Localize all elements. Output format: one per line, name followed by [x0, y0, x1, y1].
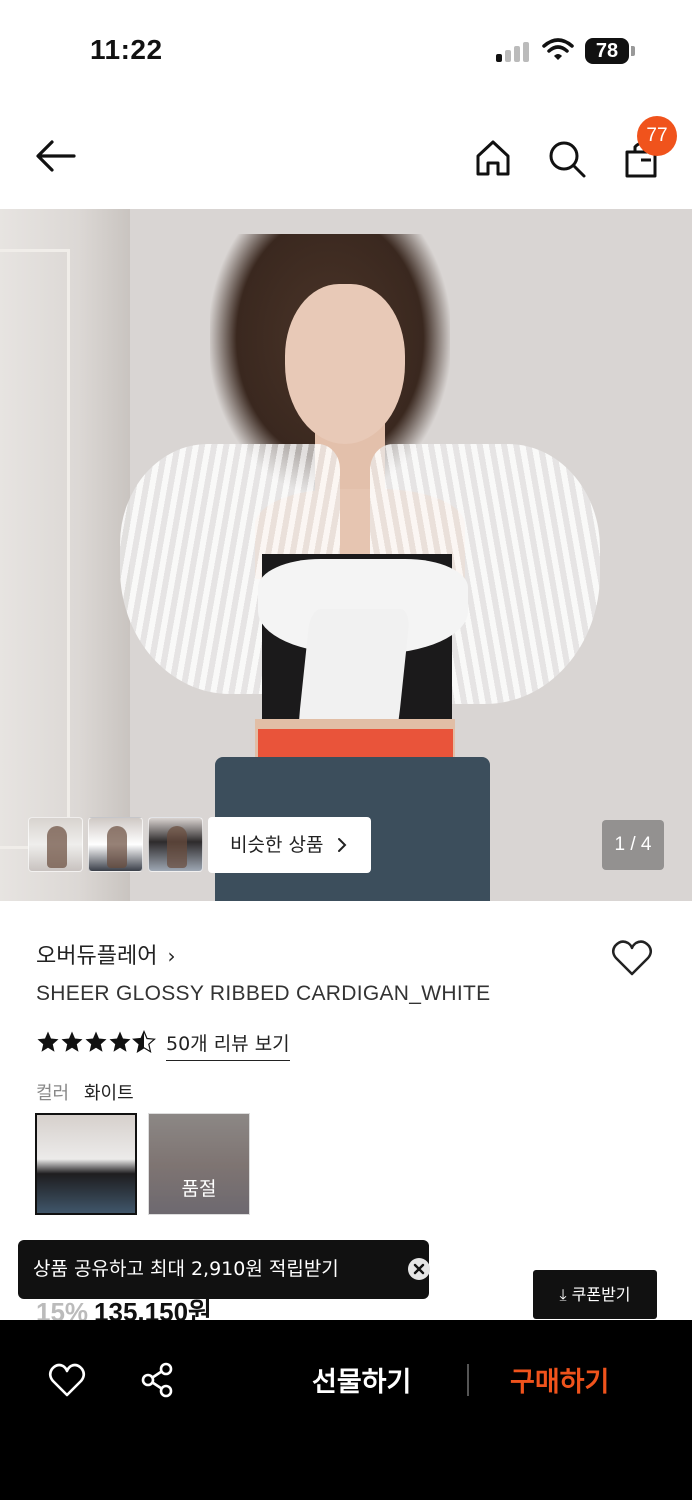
- share-reward-tooltip: 상품 공유하고 최대 2,910원 적립받기: [18, 1240, 431, 1299]
- status-time: 11:22: [90, 34, 163, 65]
- chevron-right-icon: ›: [167, 944, 176, 968]
- star-icon: [61, 1031, 83, 1052]
- color-label: 컬러: [36, 1083, 70, 1104]
- coupon-button[interactable]: ⤓ 쿠폰받기: [533, 1270, 657, 1319]
- sale-price: 135,150원: [94, 1297, 212, 1322]
- star-icon: [37, 1031, 59, 1052]
- download-icon: ⤓: [559, 1285, 567, 1304]
- nav-bar: [0, 110, 692, 205]
- cart-count-badge: 77: [637, 116, 677, 156]
- brand-link[interactable]: 오버듀플레어 ›: [36, 938, 175, 970]
- status-bar: 11:22 78: [0, 0, 692, 100]
- share-reward-text: 상품 공유하고 최대 2,910원 적립받기: [33, 1258, 339, 1280]
- similar-products-button[interactable]: 비슷한 상품: [208, 817, 371, 873]
- bottom-action-bar: 선물하기 구매하기: [0, 1320, 692, 1500]
- color-swatch-soldout[interactable]: 품절: [148, 1113, 250, 1215]
- discount-rate: 15%: [36, 1297, 89, 1322]
- wifi-icon: [542, 38, 574, 60]
- sold-out-label: 품절: [181, 1178, 217, 1200]
- heart-icon[interactable]: [610, 938, 654, 978]
- thumbnail-2[interactable]: [88, 817, 143, 872]
- color-value: 화이트: [84, 1083, 134, 1104]
- home-icon[interactable]: [470, 136, 516, 180]
- close-icon[interactable]: [407, 1257, 431, 1281]
- reviews-link[interactable]: 50개 리뷰 보기: [166, 1029, 290, 1061]
- chevron-right-icon: [338, 838, 347, 852]
- half-star-icon: [132, 1030, 156, 1054]
- thumbnail-1[interactable]: [28, 817, 83, 872]
- back-icon[interactable]: [32, 136, 80, 176]
- coupon-label: 쿠폰받기: [571, 1285, 631, 1304]
- buy-button[interactable]: 구매하기: [510, 1360, 609, 1399]
- product-name: SHEER GLOSSY RIBBED CARDIGAN_WHITE: [36, 982, 491, 1005]
- divider: [467, 1364, 469, 1396]
- search-icon[interactable]: [544, 136, 590, 180]
- star-rating: [36, 1030, 166, 1058]
- image-page-indicator: 1 / 4: [602, 820, 664, 870]
- battery-icon: 78: [585, 38, 635, 64]
- battery-level: 78: [585, 38, 629, 64]
- heart-icon[interactable]: [48, 1362, 86, 1398]
- brand-name: 오버듀플레어: [36, 944, 158, 969]
- color-swatch-white[interactable]: [35, 1113, 137, 1215]
- star-icon: [109, 1031, 131, 1052]
- star-icon: [85, 1031, 107, 1052]
- cellular-signal-icon: [496, 40, 532, 62]
- share-icon[interactable]: [140, 1362, 174, 1398]
- gift-button[interactable]: 선물하기: [312, 1360, 411, 1399]
- similar-products-label: 비슷한 상품: [230, 834, 324, 856]
- product-image[interactable]: [0, 209, 692, 901]
- thumbnail-3[interactable]: [148, 817, 203, 872]
